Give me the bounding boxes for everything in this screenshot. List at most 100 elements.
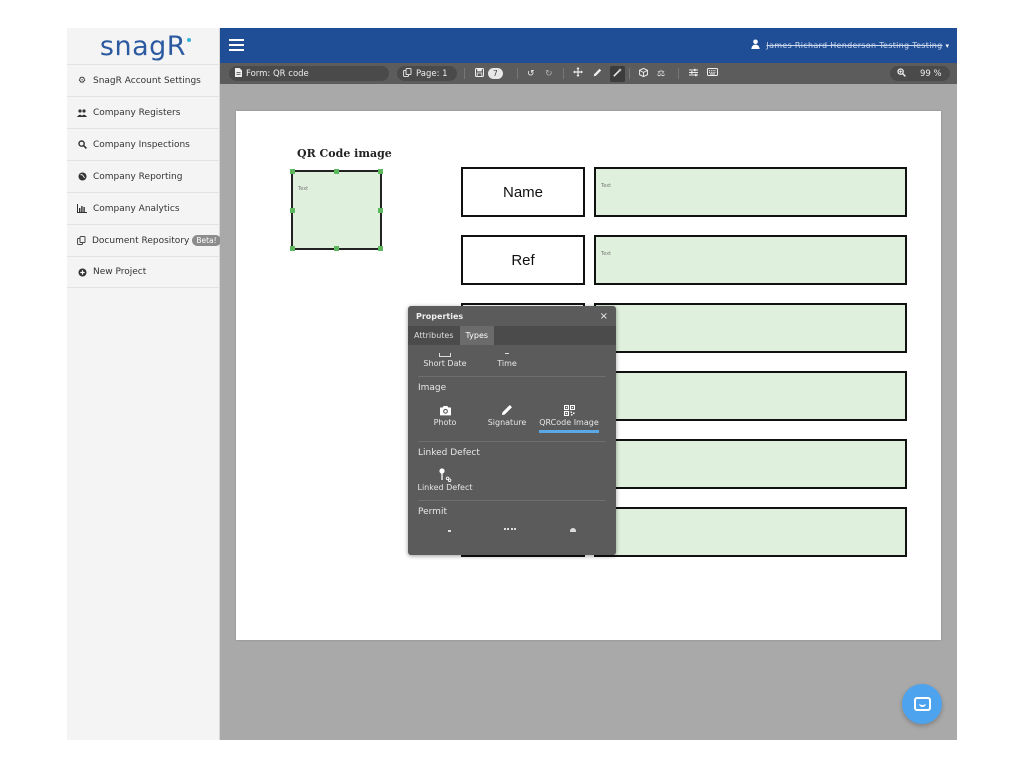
divider (418, 500, 606, 501)
user-name: James Richard Henderson Testing Testing (766, 41, 943, 50)
sidebar-item-label: Company Analytics (93, 203, 180, 214)
zoom-value: 99 % (920, 68, 942, 79)
section-title-permit: Permit (418, 507, 447, 517)
redo-button[interactable]: ↻ (545, 63, 553, 84)
file-icon (235, 68, 242, 79)
sidebar-item-company-reporting[interactable]: Company Reporting (67, 160, 219, 192)
bar-chart-icon (77, 204, 87, 214)
qr-code-title: QR Code image (297, 147, 392, 160)
caret-down-icon: ▾ (945, 41, 949, 50)
form-selector[interactable]: Form: QR code (229, 66, 389, 81)
type-photo[interactable]: Photo (414, 402, 476, 433)
page-label: Page: 1 (416, 68, 448, 79)
sidebar-item-company-inspections[interactable]: Company Inspections (67, 128, 219, 160)
save-count-badge: 7 (488, 68, 503, 79)
zoom-control[interactable]: 99 % (890, 66, 950, 81)
date-types-row: Short Date Time (408, 345, 616, 368)
chat-icon (913, 697, 931, 711)
page-selector[interactable]: Page: 1 (397, 66, 457, 81)
pen-tool-button[interactable] (593, 63, 602, 84)
resize-handle-ne[interactable] (378, 169, 383, 174)
section-title-linked-defect: Linked Defect (418, 448, 480, 458)
resize-handle-s[interactable] (334, 246, 339, 251)
sidebar-item-new-project[interactable]: New Project (67, 256, 219, 288)
logo-text: snag (99, 30, 167, 62)
settings-sliders-button[interactable] (689, 63, 698, 84)
type-time[interactable]: Time (476, 345, 538, 368)
linked-defect-types-row: Linked Defect (408, 467, 616, 492)
resize-handle-sw[interactable] (290, 246, 295, 251)
sidebar-item-company-registers[interactable]: Company Registers (67, 96, 219, 128)
copy-icon (77, 236, 86, 246)
globe-icon (77, 172, 87, 182)
move-icon (573, 67, 583, 80)
value-field-5[interactable] (594, 439, 907, 489)
tab-types[interactable]: Types (459, 326, 495, 345)
magic-wand-button[interactable] (610, 63, 625, 84)
label-box-ref[interactable]: Ref (461, 235, 585, 285)
divider (418, 441, 606, 442)
sidebar-item-document-repository[interactable]: Document Repository Beta! (67, 224, 221, 256)
plus-circle-icon (77, 267, 87, 277)
permit-icon (504, 528, 516, 532)
field-placeholder: Text (601, 183, 612, 189)
resize-handle-nw[interactable] (290, 169, 295, 174)
properties-header[interactable]: Properties × (408, 306, 616, 326)
field-placeholder: Text (298, 186, 309, 192)
section-title-image: Image (418, 383, 447, 393)
sliders-icon (689, 68, 698, 80)
tab-attributes[interactable]: Attributes (408, 326, 460, 345)
keyboard-icon (707, 68, 718, 79)
properties-panel[interactable]: Properties × Attributes Types Short Date… (408, 306, 616, 555)
clock-icon (505, 353, 509, 354)
move-tool-button[interactable] (573, 63, 583, 84)
users-icon (77, 108, 87, 118)
cube-icon (638, 67, 649, 80)
permit-icon (570, 528, 576, 532)
value-field-name[interactable]: Text (594, 167, 907, 217)
field-placeholder: Text (601, 251, 612, 257)
qr-code-field[interactable]: Text (290, 169, 383, 251)
close-icon[interactable]: × (600, 311, 608, 322)
type-linked-defect[interactable]: Linked Defect (414, 467, 476, 492)
permit-icon (448, 530, 451, 532)
sidebar-item-company-analytics[interactable]: Company Analytics (67, 192, 219, 224)
value-field-3[interactable] (594, 303, 907, 353)
type-short-date[interactable]: Short Date (414, 345, 476, 368)
value-field-ref[interactable]: Text (594, 235, 907, 285)
balance-tool-button[interactable]: ⚖ (657, 63, 665, 84)
sidebar: snag R ⚙ SnagR Account Settings Company R… (67, 28, 221, 740)
qrcode-icon (563, 402, 575, 418)
user-menu[interactable]: James Richard Henderson Testing Testing … (751, 39, 949, 52)
balance-scale-icon: ⚖ (657, 68, 666, 79)
save-button[interactable]: 7 (475, 63, 503, 84)
type-label: Linked Defect (417, 483, 473, 492)
logo-r: R (167, 31, 192, 62)
value-field-4[interactable] (594, 371, 907, 421)
cube-tool-button[interactable] (638, 63, 649, 84)
sidebar-item-label: Company Inspections (93, 139, 190, 150)
redo-icon: ↻ (545, 68, 553, 79)
pencil-icon (593, 68, 602, 80)
sidebar-item-account-settings[interactable]: ⚙ SnagR Account Settings (67, 64, 219, 96)
beta-badge: Beta! (192, 235, 221, 246)
type-label: Photo (433, 418, 457, 427)
resize-handle-n[interactable] (334, 169, 339, 174)
snagr-logo[interactable]: snag R (67, 28, 219, 64)
value-field-6[interactable] (594, 507, 907, 557)
type-qrcode-image[interactable]: QRCode Image (538, 402, 600, 433)
resize-handle-se[interactable] (378, 246, 383, 251)
undo-button[interactable]: ↺ (527, 63, 535, 84)
chat-launcher-button[interactable] (902, 684, 942, 724)
zoom-icon (897, 67, 906, 80)
resize-handle-w[interactable] (290, 208, 295, 213)
resize-handle-e[interactable] (378, 208, 383, 213)
type-label: Short Date (423, 359, 467, 368)
keyboard-button[interactable] (707, 63, 718, 84)
copy-icon (403, 68, 412, 79)
magic-wand-icon (610, 65, 625, 82)
search-icon (77, 140, 87, 150)
type-signature[interactable]: Signature (476, 402, 538, 433)
hamburger-menu-icon[interactable] (229, 39, 244, 51)
label-box-name[interactable]: Name (461, 167, 585, 217)
